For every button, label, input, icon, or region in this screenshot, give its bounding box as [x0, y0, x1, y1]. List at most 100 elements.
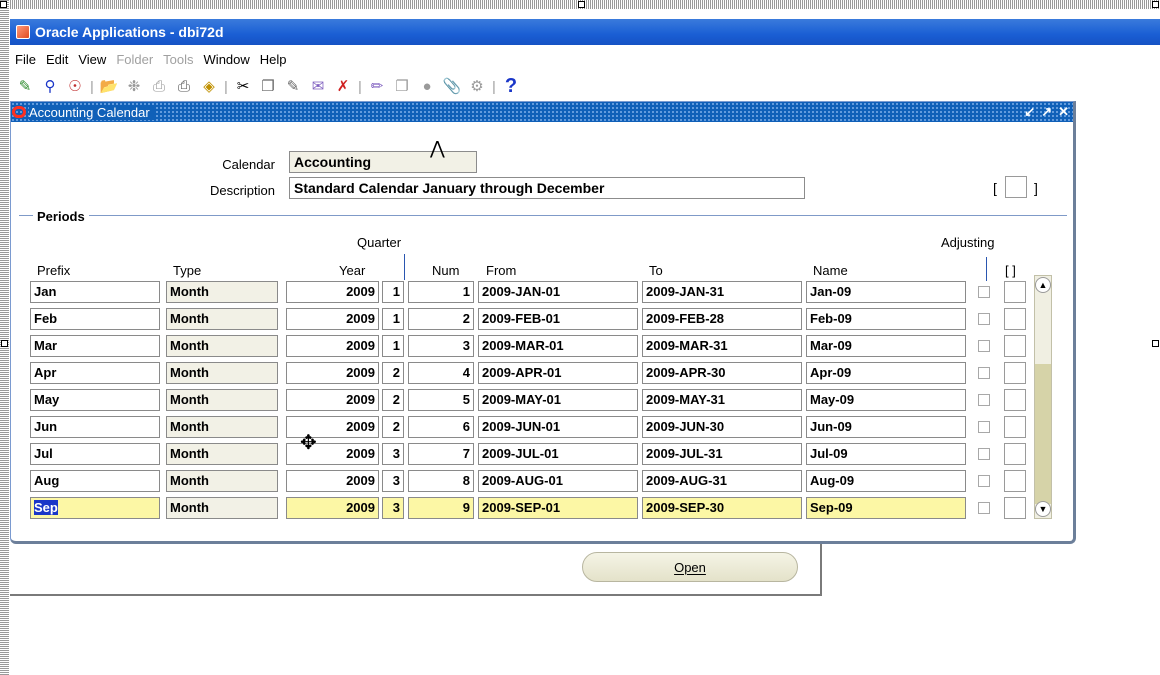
copy-icon[interactable]: ❐	[257, 75, 279, 97]
to-cell[interactable]: 2009-AUG-31	[642, 470, 802, 492]
paste-icon[interactable]: ✎	[282, 75, 304, 97]
quarter-cell[interactable]: 2	[382, 416, 404, 438]
from-cell[interactable]: 2009-JAN-01	[478, 281, 638, 303]
type-cell[interactable]: Month	[166, 308, 278, 330]
descriptive-flexfield[interactable]	[1005, 176, 1027, 198]
to-cell[interactable]: 2009-MAR-31	[642, 335, 802, 357]
num-cell[interactable]: 2	[408, 308, 474, 330]
quarter-cell[interactable]: 3	[382, 497, 404, 519]
adjusting-checkbox[interactable]	[978, 502, 990, 514]
minimize-icon[interactable]: ↙	[1024, 104, 1035, 120]
quarter-cell[interactable]: 3	[382, 443, 404, 465]
name-cell[interactable]: Sep-09	[806, 497, 966, 519]
num-cell[interactable]: 1	[408, 281, 474, 303]
to-cell[interactable]: 2009-FEB-28	[642, 308, 802, 330]
name-cell[interactable]: Mar-09	[806, 335, 966, 357]
row-flexfield[interactable]	[1004, 389, 1026, 411]
quarter-cell[interactable]: 1	[382, 308, 404, 330]
adjusting-checkbox[interactable]	[978, 448, 990, 460]
to-cell[interactable]: 2009-APR-30	[642, 362, 802, 384]
save-icon[interactable]: ❉	[123, 75, 145, 97]
menu-view[interactable]: View	[73, 52, 111, 67]
type-cell[interactable]: Month	[166, 443, 278, 465]
type-cell[interactable]: Month	[166, 389, 278, 411]
prefix-cell[interactable]: Mar	[30, 335, 160, 357]
adjusting-checkbox[interactable]	[978, 340, 990, 352]
year-cell[interactable]: 2009	[286, 470, 379, 492]
menu-file[interactable]: File	[10, 52, 41, 67]
translation-icon[interactable]: ●	[416, 75, 438, 97]
prefix-cell[interactable]: Feb	[30, 308, 160, 330]
row-flexfield[interactable]	[1004, 416, 1026, 438]
prefix-cell[interactable]: Aug	[30, 470, 160, 492]
type-cell[interactable]: Month	[166, 362, 278, 384]
from-cell[interactable]: 2009-JUL-01	[478, 443, 638, 465]
adjusting-checkbox[interactable]	[978, 421, 990, 433]
quarter-cell[interactable]: 1	[382, 335, 404, 357]
adjusting-checkbox[interactable]	[978, 286, 990, 298]
year-cell[interactable]: 2009	[286, 389, 379, 411]
resize-handle-left-middle[interactable]	[1, 340, 8, 347]
row-flexfield[interactable]	[1004, 497, 1026, 519]
type-cell[interactable]: Month	[166, 335, 278, 357]
year-cell[interactable]: 2009	[286, 362, 379, 384]
prefix-cell[interactable]: Jun	[30, 416, 160, 438]
prefix-cell[interactable]: May	[30, 389, 160, 411]
maximize-icon[interactable]: ↗	[1041, 104, 1052, 120]
year-cell[interactable]: 2009	[286, 281, 379, 303]
close-form-icon[interactable]: ◈	[198, 75, 220, 97]
scroll-up-icon[interactable]: ▲	[1035, 277, 1051, 293]
open-folder-icon[interactable]: 📂	[98, 75, 120, 97]
delete-record-icon[interactable]: ✗	[332, 75, 354, 97]
num-cell[interactable]: 5	[408, 389, 474, 411]
open-button[interactable]: Open	[582, 552, 798, 582]
from-cell[interactable]: 2009-FEB-01	[478, 308, 638, 330]
num-cell[interactable]: 6	[408, 416, 474, 438]
name-cell[interactable]: Jun-09	[806, 416, 966, 438]
resize-handle-top-left[interactable]	[0, 1, 7, 8]
type-cell[interactable]: Month	[166, 470, 278, 492]
help-icon[interactable]: ?	[500, 75, 522, 97]
quarter-cell[interactable]: 2	[382, 362, 404, 384]
adjusting-checkbox[interactable]	[978, 475, 990, 487]
attachments-icon[interactable]: 📎	[441, 75, 463, 97]
to-cell[interactable]: 2009-JUL-31	[642, 443, 802, 465]
quarter-cell[interactable]: 2	[382, 389, 404, 411]
resize-handle-top-middle[interactable]	[578, 1, 585, 8]
from-cell[interactable]: 2009-MAY-01	[478, 389, 638, 411]
num-cell[interactable]: 8	[408, 470, 474, 492]
adjusting-checkbox[interactable]	[978, 313, 990, 325]
num-cell[interactable]: 3	[408, 335, 474, 357]
from-cell[interactable]: 2009-JUN-01	[478, 416, 638, 438]
menu-tools[interactable]: Tools	[158, 52, 198, 67]
to-cell[interactable]: 2009-MAY-31	[642, 389, 802, 411]
resize-handle-right-middle[interactable]	[1152, 340, 1159, 347]
adjusting-checkbox[interactable]	[978, 367, 990, 379]
type-cell[interactable]: Month	[166, 497, 278, 519]
clear-record-icon[interactable]: ✉	[307, 75, 329, 97]
row-flexfield[interactable]	[1004, 335, 1026, 357]
name-cell[interactable]: Aug-09	[806, 470, 966, 492]
resize-handle-top-right[interactable]	[1152, 1, 1159, 8]
row-flexfield[interactable]	[1004, 281, 1026, 303]
num-cell[interactable]: 7	[408, 443, 474, 465]
zoom-icon[interactable]: ❐	[391, 75, 413, 97]
prefix-cell[interactable]: Jan	[30, 281, 160, 303]
num-cell[interactable]: 4	[408, 362, 474, 384]
find-icon[interactable]: ⚲	[39, 75, 61, 97]
name-cell[interactable]: Jul-09	[806, 443, 966, 465]
from-cell[interactable]: 2009-APR-01	[478, 362, 638, 384]
row-flexfield[interactable]	[1004, 308, 1026, 330]
menu-window[interactable]: Window	[199, 52, 255, 67]
adjusting-checkbox[interactable]	[978, 394, 990, 406]
calendar-field[interactable]: Accounting	[289, 151, 477, 173]
row-flexfield[interactable]	[1004, 362, 1026, 384]
print-icon[interactable]: ⎙	[148, 75, 170, 97]
row-flexfield[interactable]	[1004, 443, 1026, 465]
from-cell[interactable]: 2009-MAR-01	[478, 335, 638, 357]
to-cell[interactable]: 2009-JAN-31	[642, 281, 802, 303]
prefix-cell[interactable]: Sep	[30, 497, 160, 519]
name-cell[interactable]: May-09	[806, 389, 966, 411]
from-cell[interactable]: 2009-AUG-01	[478, 470, 638, 492]
name-cell[interactable]: Jan-09	[806, 281, 966, 303]
